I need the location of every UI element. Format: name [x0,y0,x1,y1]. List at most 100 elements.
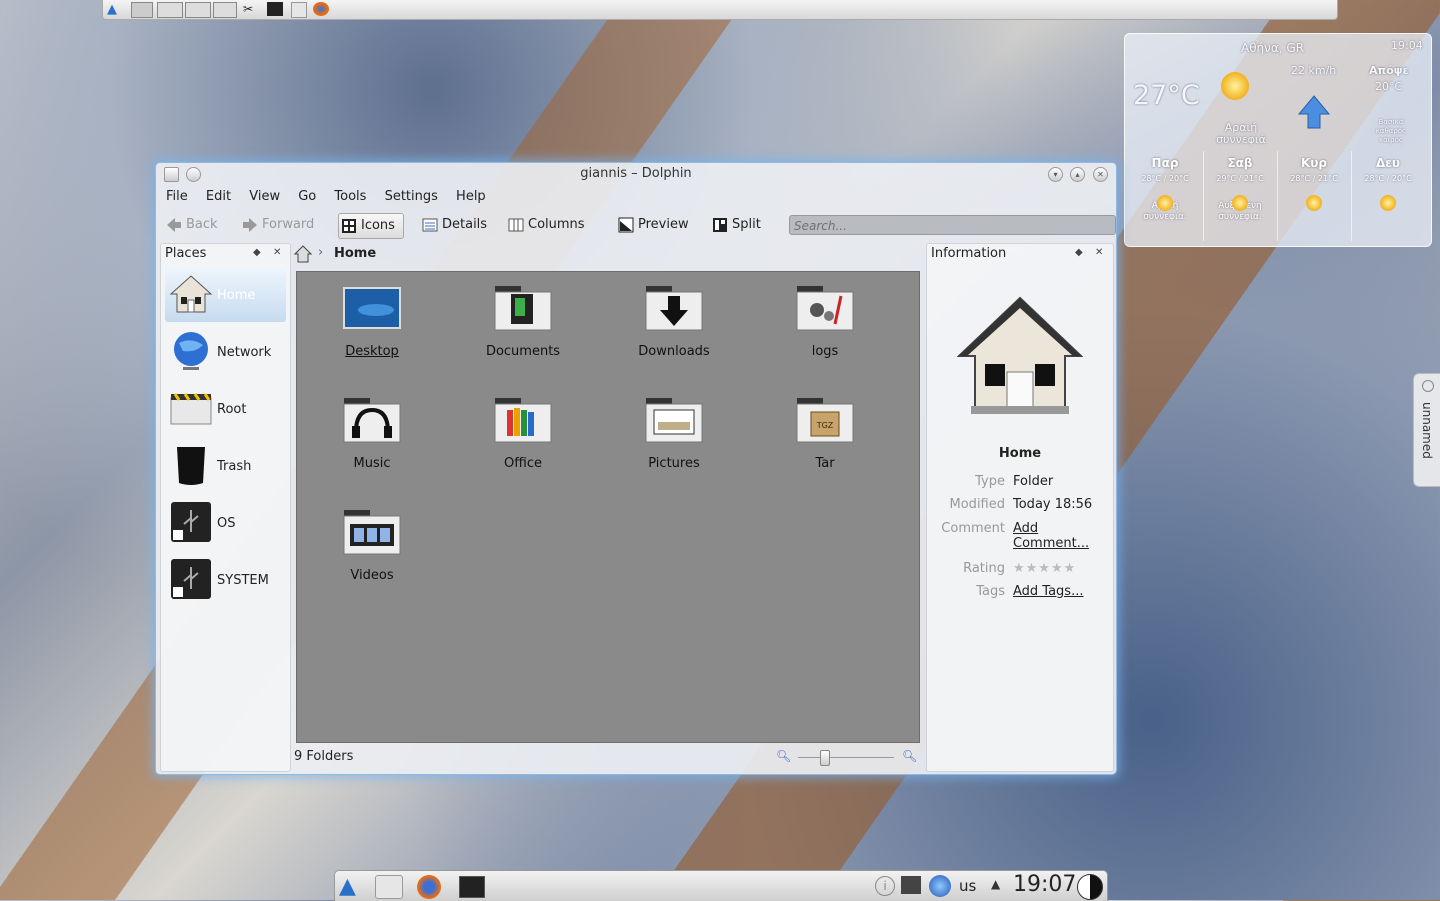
file-item[interactable]: logs [760,276,890,376]
panel-close-icon[interactable]: ✕ [1095,247,1103,258]
file-item[interactable]: TGZ Tar [760,388,890,488]
logs-folder-icon [796,286,854,331]
network-icon[interactable] [929,875,951,897]
globe-icon [174,332,208,370]
clock[interactable]: 19:07 [1013,872,1076,897]
menu-view[interactable]: View [249,189,280,204]
filemanager-icon[interactable] [291,2,307,18]
forecast-day-temps: 28°C / 21°C [1290,174,1338,183]
back-arrow-icon [167,218,181,232]
weather-condition: Αραιή συννεφιά [1216,121,1266,146]
place-home[interactable]: Home [165,268,286,322]
info-modified-value: Today 18:56 [1013,497,1093,512]
desktop-pager-4[interactable] [213,2,237,18]
panel-float-icon[interactable]: ◆ [253,247,261,258]
menu-tools[interactable]: Tools [334,189,366,204]
sun-icon [1306,195,1322,211]
add-comment-link[interactable]: Add Comment... [1013,521,1109,551]
filemanager-icon[interactable] [375,875,403,899]
side-tab-label: unnamed [1420,402,1434,459]
file-view[interactable]: Desktop Documents Downloads logs Music O… [296,271,920,743]
places-panel: Places ◆ ✕ Home Network Root Trash OS SY… [160,243,291,772]
unnamed-side-tab[interactable]: unnamed [1413,373,1440,487]
arch-launcher-icon[interactable]: ▲ [107,2,123,17]
forecast-day: Σαβ 29°C / 21°C Αυξημενη συννεφια. [1203,151,1276,241]
keyboard-layout[interactable]: us [959,877,976,895]
zoom-handle[interactable] [820,750,830,766]
info-tags-label: Tags [976,584,1005,599]
terminal-icon[interactable] [267,2,283,16]
maximize-button[interactable]: ▴ [1070,167,1085,182]
desktop-pager-2[interactable] [157,2,183,18]
close-button[interactable]: ✕ [1093,167,1108,182]
file-item[interactable]: Documents [458,276,588,376]
desktop-pager-3[interactable] [185,2,211,18]
tray-expand-icon[interactable]: ▲ [991,877,1000,891]
file-item[interactable]: Videos [307,500,437,600]
firefox-icon[interactable] [417,875,441,899]
minimize-button[interactable]: ▾ [1048,167,1063,182]
place-system[interactable]: SYSTEM [165,553,286,607]
zoom-slider[interactable]: 🔍︎ 🔍︎ [776,749,917,767]
firefox-icon[interactable] [313,2,329,16]
menu-go[interactable]: Go [298,189,316,204]
file-item[interactable]: Music [307,388,437,488]
details-view-button[interactable]: Details [420,213,487,237]
information-panel: Information ◆ ✕ Home Type Folder Modifie… [926,243,1114,772]
back-button[interactable]: Back [164,213,218,237]
terminal-icon[interactable] [459,876,485,898]
menu-file[interactable]: File [166,189,188,204]
tools-icon[interactable]: ✂ [243,2,259,16]
columns-view-button[interactable]: Columns [506,213,585,237]
desktop-pager-1[interactable] [131,2,153,18]
rating-stars[interactable]: ★★★★★ [1013,561,1109,576]
add-tags-link[interactable]: Add Tags... [1013,584,1109,599]
details-view-icon [422,218,438,232]
split-button[interactable]: Split [710,213,761,237]
place-network[interactable]: Network [165,325,286,379]
panel-float-icon[interactable]: ◆ [1075,247,1083,258]
desktop-folder-icon [343,287,401,329]
split-icon [713,218,727,232]
search-input[interactable]: Search... [789,215,1116,235]
icons-view-button[interactable]: Icons [338,213,404,239]
panel-close-icon[interactable]: ✕ [273,247,281,258]
back-label: Back [186,217,218,232]
weather-location: Αθήνα, GR [1241,41,1305,55]
preview-button[interactable]: Preview [616,213,689,237]
file-item[interactable]: Desktop [307,276,437,376]
forecast-day-name: Σαβ [1227,156,1253,170]
forward-arrow-icon [243,218,257,232]
arch-launcher-icon[interactable]: ▲ [339,874,356,899]
sun-icon [1380,195,1396,211]
file-item[interactable]: Pictures [609,388,739,488]
weather-tonight-desc: Βασικά καθαρός καιρός [1375,118,1407,144]
plasma-toolbox-icon[interactable] [1422,380,1434,392]
forecast-day-temps: 28°C / 20°C [1364,174,1412,183]
tar-folder-icon: TGZ [796,398,854,443]
moon-icon[interactable] [1077,874,1103,900]
file-item[interactable]: Office [458,388,588,488]
forward-button[interactable]: Forward [240,213,314,237]
menu-edit[interactable]: Edit [206,189,231,204]
place-os[interactable]: OS [165,496,286,550]
breadcrumb-current[interactable]: Home [334,246,376,261]
display-icon[interactable] [901,876,921,894]
place-label: OS [217,516,236,531]
file-item[interactable]: Downloads [609,276,739,376]
places-title: Places [165,246,207,261]
place-label: Trash [217,459,252,474]
weather-temperature: 27°C [1133,80,1200,111]
info-icon[interactable]: i [875,876,895,896]
place-root[interactable]: Root [165,382,286,436]
place-trash[interactable]: Trash [165,439,286,493]
zoom-in-icon[interactable]: 🔍︎ [902,749,917,763]
zoom-out-icon[interactable]: 🔍︎ [776,749,791,763]
home-icon[interactable] [294,245,312,263]
menu-settings[interactable]: Settings [385,189,438,204]
file-label: Documents [485,344,561,359]
titlebar[interactable]: giannis – Dolphin ▾ ▴ ✕ [156,163,1116,185]
menu-help[interactable]: Help [456,189,486,204]
information-title: Information [931,246,1007,261]
forecast-day: Δευ 28°C / 20°C [1351,151,1424,241]
